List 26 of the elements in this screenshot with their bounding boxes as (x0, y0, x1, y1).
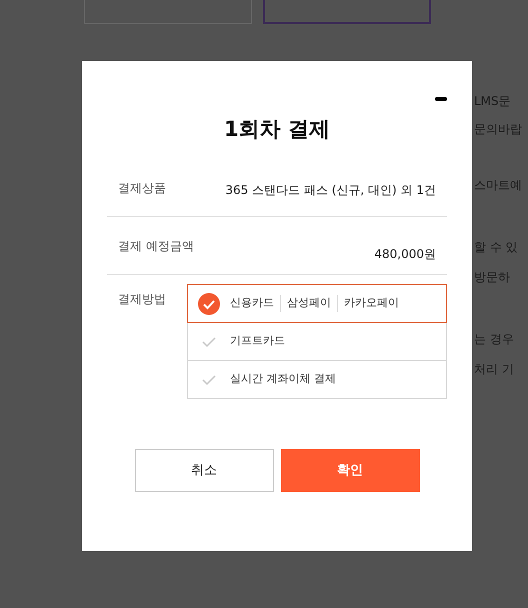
option-label: 삼성페이 (280, 295, 337, 312)
background-text: 는 경우 (474, 331, 515, 348)
field-label: 결제 예정금액 (118, 238, 194, 255)
background-text: 문의바랍 (474, 121, 522, 138)
check-icon (202, 336, 216, 348)
close-button[interactable] (435, 97, 447, 101)
background-text: LMS문 (474, 93, 512, 110)
check-icon (198, 292, 220, 314)
cancel-button[interactable]: 취소 (134, 449, 274, 492)
background-text: 방문하 (474, 269, 511, 286)
payment-option[interactable]: 신용카드 삼성페이 카카오페이 (187, 284, 447, 323)
field-value: 480,000원 (374, 246, 436, 263)
payment-option[interactable]: 실시간 계좌이체 결제 (187, 360, 447, 399)
field-label: 결제방법 (118, 291, 167, 308)
dialog-title: 1회차 결제 (224, 116, 330, 142)
option-label: 실시간 계좌이체 결제 (230, 371, 337, 388)
check-icon (202, 374, 216, 386)
option-label: 기프트카드 (230, 333, 286, 350)
background-text: 처리 기 (474, 361, 515, 378)
option-label: 카카오페이 (337, 295, 405, 312)
payment-option[interactable]: 기프트카드 (187, 322, 447, 361)
field-value: 365 스탠다드 패스 (신규, 대인) 외 1건 (225, 182, 436, 199)
background-text: 스마트예 (474, 177, 522, 194)
background-text: 할 수 있 (474, 239, 519, 256)
option-label: 신용카드 (230, 295, 275, 312)
field-label: 결제상품 (118, 180, 166, 197)
